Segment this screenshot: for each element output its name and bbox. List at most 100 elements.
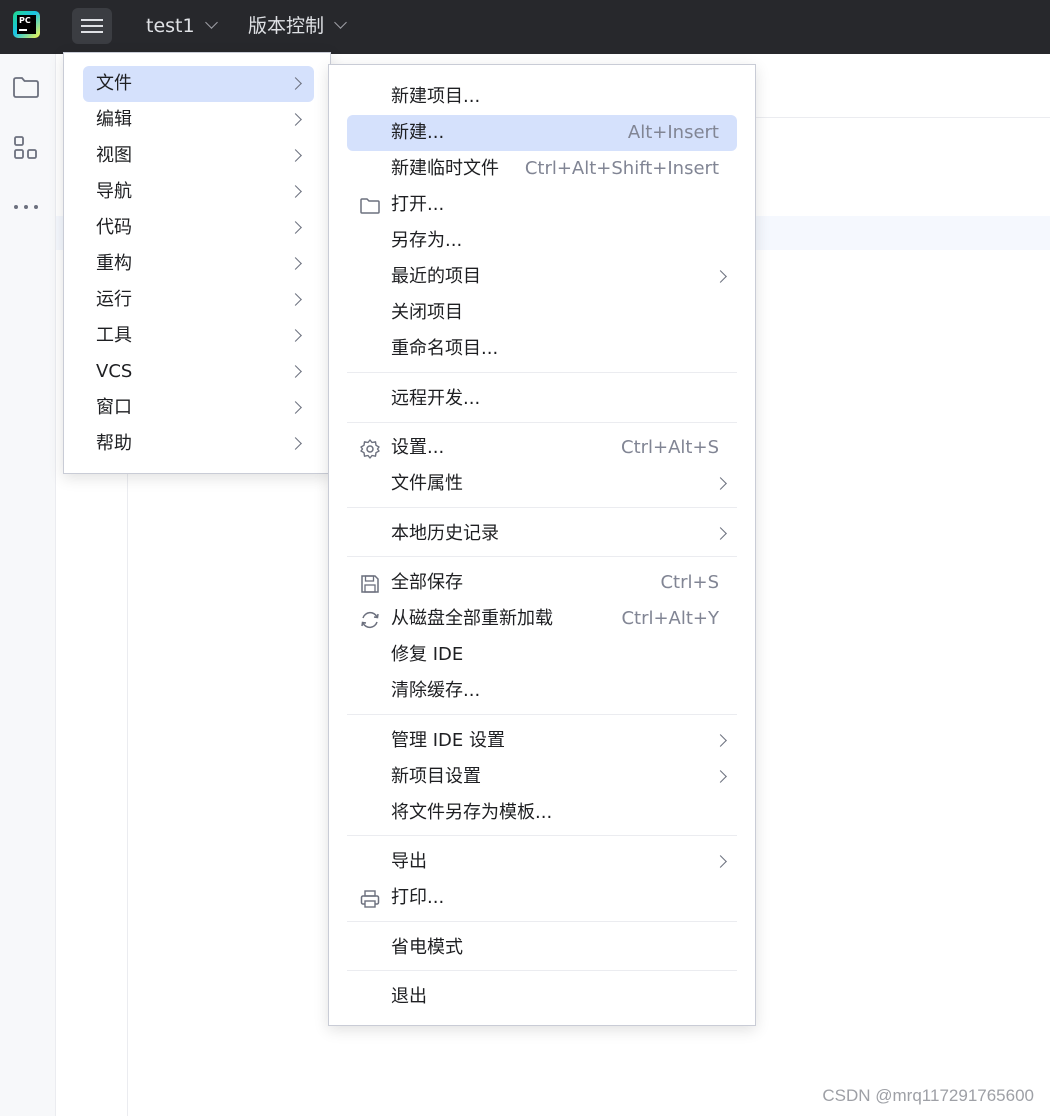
- menu-item-new[interactable]: 新建... Alt+Insert: [347, 115, 737, 151]
- menu-item-reload-from-disk[interactable]: 从磁盘全部重新加载 Ctrl+Alt+Y: [347, 601, 737, 637]
- vcs-selector[interactable]: 版本控制: [248, 13, 347, 39]
- menu-item-window[interactable]: 窗口: [83, 390, 314, 426]
- watermark: CSDN @mrq117291765600: [822, 1086, 1034, 1105]
- menu-item-label: 导出: [391, 851, 427, 872]
- more-icon[interactable]: [12, 193, 40, 221]
- menu-item-remote-development[interactable]: 远程开发...: [347, 381, 737, 417]
- chevron-right-icon: [289, 113, 302, 126]
- shortcut-label: Ctrl+Alt+S: [621, 437, 719, 458]
- menu-item-new-project-settings[interactable]: 新项目设置: [347, 759, 737, 795]
- save-icon: [361, 575, 379, 593]
- menu-item-label: 从磁盘全部重新加载: [391, 608, 553, 629]
- menu-separator: [347, 507, 737, 508]
- menu-item-file[interactable]: 文件: [83, 66, 314, 102]
- shortcut-label: Ctrl+Alt+Y: [621, 608, 719, 629]
- chevron-down-icon: [334, 16, 347, 29]
- file-submenu: 新建项目... 新建... Alt+Insert 新建临时文件 Ctrl+Alt+S…: [328, 64, 756, 1026]
- menu-item-edit[interactable]: 编辑: [83, 102, 314, 138]
- menu-item-view[interactable]: 视图: [83, 138, 314, 174]
- menu-item-vcs[interactable]: VCS: [83, 354, 314, 390]
- menu-item-save-as[interactable]: 另存为...: [347, 223, 737, 259]
- menu-item-save-all[interactable]: 全部保存 Ctrl+S: [347, 565, 737, 601]
- editor-gutter-line: [127, 470, 128, 1116]
- menu-item-label: 退出: [391, 986, 427, 1007]
- menu-item-label: 重构: [96, 253, 132, 274]
- menu-item-navigate[interactable]: 导航: [83, 174, 314, 210]
- menu-item-label: 新项目设置: [391, 766, 481, 787]
- menu-item-refactor[interactable]: 重构: [83, 246, 314, 282]
- menu-item-label: 重命名项目...: [391, 338, 499, 359]
- menu-item-label: 设置...: [391, 437, 445, 458]
- menu-item-label: 新建临时文件: [391, 158, 499, 179]
- chevron-right-icon: [714, 270, 727, 283]
- menu-item-label: 打开...: [391, 194, 445, 215]
- menu-item-label: 运行: [96, 289, 132, 310]
- shortcut-label: Ctrl+S: [660, 572, 719, 593]
- menu-item-repair-ide[interactable]: 修复 IDE: [347, 637, 737, 673]
- menu-item-manage-ide-settings[interactable]: 管理 IDE 设置: [347, 723, 737, 759]
- menu-item-label: 导航: [96, 181, 132, 202]
- menu-separator: [347, 422, 737, 423]
- project-selector[interactable]: test1: [146, 13, 218, 39]
- menu-separator: [347, 970, 737, 971]
- menu-item-label: 清除缓存...: [391, 680, 481, 701]
- menu-item-new-project[interactable]: 新建项目...: [347, 79, 737, 115]
- menu-separator: [347, 372, 737, 373]
- structure-icon[interactable]: [12, 134, 40, 162]
- menu-item-close-project[interactable]: 关闭项目: [347, 295, 737, 331]
- menu-item-label: VCS: [96, 361, 133, 382]
- menu-item-label: 关闭项目: [391, 302, 463, 323]
- menu-separator: [347, 835, 737, 836]
- menu-item-label: 帮助: [96, 433, 132, 454]
- menu-separator: [347, 714, 737, 715]
- menu-item-label: 省电模式: [391, 937, 463, 958]
- chevron-right-icon: [714, 734, 727, 747]
- menu-item-invalidate-caches[interactable]: 清除缓存...: [347, 673, 737, 709]
- printer-icon: [360, 890, 380, 908]
- logo-text: PC: [19, 16, 31, 25]
- project-name: test1: [146, 15, 195, 37]
- menu-item-power-save-mode[interactable]: 省电模式: [347, 930, 737, 966]
- menu-item-help[interactable]: 帮助: [83, 426, 314, 462]
- chevron-right-icon: [714, 527, 727, 540]
- menu-item-label: 全部保存: [391, 572, 463, 593]
- shortcut-label: Ctrl+Alt+Shift+Insert: [524, 158, 719, 179]
- folder-icon: [360, 198, 380, 214]
- tool-window-strip: [0, 54, 56, 1116]
- menu-item-recent-projects[interactable]: 最近的项目: [347, 259, 737, 295]
- menu-item-run[interactable]: 运行: [83, 282, 314, 318]
- menu-item-label: 编辑: [96, 109, 132, 130]
- main-menu-button[interactable]: [72, 8, 112, 44]
- chevron-down-icon: [204, 16, 218, 29]
- menu-item-settings[interactable]: 设置... Ctrl+Alt+S: [347, 430, 737, 466]
- folder-icon[interactable]: [12, 73, 40, 101]
- menu-item-label: 本地历史记录: [391, 523, 499, 544]
- menu-item-label: 远程开发...: [391, 388, 481, 409]
- menu-item-label: 将文件另存为模板...: [391, 802, 553, 823]
- menu-item-local-history[interactable]: 本地历史记录: [347, 516, 737, 552]
- menu-item-print[interactable]: 打印...: [347, 880, 737, 916]
- menu-item-code[interactable]: 代码: [83, 210, 314, 246]
- menu-item-exit[interactable]: 退出: [347, 979, 737, 1015]
- menu-item-label: 新建...: [391, 122, 445, 143]
- menu-item-rename-project[interactable]: 重命名项目...: [347, 331, 737, 367]
- menu-item-file-properties[interactable]: 文件属性: [347, 466, 737, 502]
- chevron-right-icon: [289, 221, 302, 234]
- menu-item-new-scratch-file[interactable]: 新建临时文件 Ctrl+Alt+Shift+Insert: [347, 151, 737, 187]
- menu-item-label: 修复 IDE: [391, 644, 464, 665]
- menu-item-tools[interactable]: 工具: [83, 318, 314, 354]
- main-menu: 文件 编辑 视图 导航 代码 重构 运行 工具 VCS 窗口 帮助: [63, 52, 331, 474]
- editor-current-line: [756, 216, 1050, 250]
- chevron-right-icon: [289, 77, 302, 90]
- chevron-right-icon: [714, 855, 727, 868]
- title-bar: PC test1 版本控制: [0, 0, 1050, 54]
- chevron-right-icon: [289, 257, 302, 270]
- menu-item-save-file-as-template[interactable]: 将文件另存为模板...: [347, 795, 737, 831]
- menu-item-export[interactable]: 导出: [347, 844, 737, 880]
- menu-item-label: 工具: [96, 325, 132, 346]
- pycharm-logo-icon[interactable]: PC: [13, 11, 40, 38]
- chevron-right-icon: [714, 770, 727, 783]
- gear-icon: [360, 439, 380, 459]
- menu-item-label: 管理 IDE 设置: [391, 730, 505, 751]
- menu-item-open[interactable]: 打开...: [347, 187, 737, 223]
